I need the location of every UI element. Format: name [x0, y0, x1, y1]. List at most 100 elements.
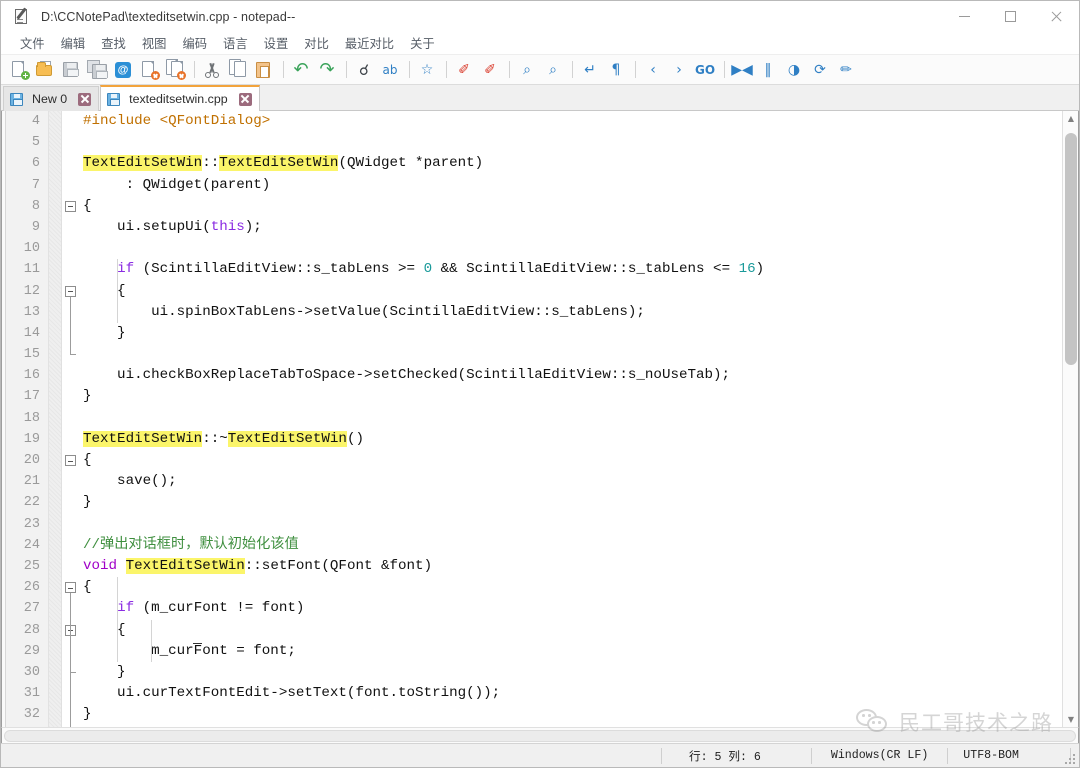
tab-0[interactable]: New 0 — [3, 86, 100, 111]
save-file-icon[interactable] — [59, 58, 83, 82]
code-line[interactable]: //弹出对话框时，默认初始化该值 — [79, 535, 1062, 556]
code-line[interactable] — [79, 344, 1062, 365]
code-line[interactable]: void TextEditSetWin::setFont(QFont &font… — [79, 556, 1062, 577]
close-button[interactable] — [1033, 1, 1079, 32]
zoom-out-icon[interactable]: ⌕ — [541, 58, 565, 82]
menu-item-6[interactable]: 设置 — [256, 32, 297, 54]
code-line[interactable]: if (ScintillaEditView::s_tabLens >= 0 &&… — [79, 259, 1062, 280]
scroll-up-icon[interactable]: ▲ — [1063, 111, 1078, 126]
fold-toggle[interactable] — [65, 582, 76, 594]
menu-item-8[interactable]: 最近对比 — [337, 32, 402, 54]
tab-close-icon[interactable] — [78, 92, 92, 106]
mark-highlight-icon[interactable]: ✐ — [452, 58, 476, 82]
line-ending-mode[interactable]: Windows(CR LF) — [831, 749, 928, 762]
fold-margin[interactable] — [62, 111, 79, 727]
menu-item-9[interactable]: 关于 — [402, 32, 443, 54]
code-line[interactable] — [79, 514, 1062, 535]
nav-back-icon[interactable]: ‹ — [641, 58, 665, 82]
menu-item-5[interactable]: 语言 — [215, 32, 256, 54]
copy-icon[interactable] — [226, 58, 250, 82]
paste-icon[interactable] — [252, 58, 276, 82]
minimize-button[interactable] — [941, 1, 987, 32]
code-line[interactable]: #include <QFontDialog> — [79, 111, 1062, 132]
horizontal-scrollbar[interactable] — [2, 728, 1078, 743]
resize-grip[interactable] — [1063, 752, 1075, 764]
scroll-down-icon[interactable]: ▼ — [1063, 712, 1078, 727]
horizontal-scroll-thumb[interactable] — [4, 730, 1076, 742]
fold-toggle[interactable] — [65, 455, 76, 467]
menu-item-0[interactable]: 文件 — [12, 32, 53, 54]
code-line[interactable]: { — [79, 450, 1062, 471]
code-text[interactable]: #include <QFontDialog>TextEditSetWin::Te… — [79, 111, 1062, 727]
code-line[interactable]: { — [79, 577, 1062, 598]
goto-line-icon[interactable]: GO — [693, 58, 717, 82]
code-line[interactable]: ui.setupUi(this); — [79, 217, 1062, 238]
close-file-icon[interactable] — [137, 58, 161, 82]
code-line[interactable]: ui.curTextFontEdit->setText(font.toStrin… — [79, 683, 1062, 704]
redo-icon[interactable]: ↷ — [315, 58, 339, 82]
code-line[interactable]: save(); — [79, 471, 1062, 492]
bookmark-icon[interactable]: ☆ — [415, 58, 439, 82]
cut-icon[interactable] — [200, 58, 224, 82]
find-icon[interactable]: ☌ — [352, 58, 376, 82]
tab-close-icon[interactable] — [238, 92, 252, 106]
menu-item-3[interactable]: 视图 — [134, 32, 175, 54]
code-line[interactable] — [79, 725, 1062, 727]
new-file-icon[interactable] — [7, 58, 31, 82]
vertical-scrollbar[interactable]: ▲ ▼ — [1062, 111, 1078, 727]
code-line[interactable]: { — [79, 620, 1062, 641]
editor-area[interactable]: 4 5 6 7 8 9 10 11 12 13 14 15 16 17 18 19 20 21 22 23 24 25 26… — [1, 111, 1079, 727]
code-line[interactable]: { — [79, 281, 1062, 302]
code-line[interactable]: } — [79, 323, 1062, 344]
code-line[interactable]: } — [79, 704, 1062, 725]
code-line[interactable]: TextEditSetWin::TextEditSetWin(QWidget *… — [79, 153, 1062, 174]
word-wrap-icon[interactable]: ↵ — [578, 58, 602, 82]
code-line[interactable]: } — [79, 386, 1062, 407]
code-line[interactable] — [79, 132, 1062, 153]
menu-item-4[interactable]: 编码 — [174, 32, 215, 54]
open-file-icon[interactable] — [33, 58, 57, 82]
session-icon[interactable]: @ — [111, 58, 135, 82]
close-icon — [1050, 10, 1063, 23]
tab-1[interactable]: texteditsetwin.cpp — [100, 85, 260, 111]
bookmark-margin[interactable] — [49, 111, 62, 727]
fold-toggle[interactable] — [65, 285, 76, 297]
file-encoding[interactable]: UTF8-BOM — [963, 749, 1019, 762]
show-symbols-icon[interactable]: ¶ — [604, 58, 628, 82]
code-line[interactable]: ui.spinBoxTabLens->setValue(ScintillaEdi… — [79, 302, 1062, 323]
code-line[interactable]: m_curFont = font; — [79, 641, 1062, 662]
menu-item-7[interactable]: 对比 — [296, 32, 337, 54]
loop-compare-icon[interactable]: ⟳ — [808, 58, 832, 82]
toolbar: @ ↶ ↷ ☌ ab ☆ ✐ ✐ ⌕ ⌕ ↵ ¶ ‹ › GO ▶◀ ‖ ◑ ⟳ ✏ — [1, 55, 1079, 85]
indent-guide — [116, 259, 118, 323]
vertical-scroll-thumb[interactable] — [1065, 133, 1077, 365]
code-line[interactable]: { — [79, 196, 1062, 217]
code-line[interactable]: if (m_curFont != font) — [79, 598, 1062, 619]
replace-icon[interactable]: ab — [378, 58, 402, 82]
split-view-icon[interactable]: ‖ — [756, 58, 780, 82]
menu-item-2[interactable]: 查找 — [93, 32, 134, 54]
fold-toggle[interactable] — [65, 200, 76, 212]
undo-icon[interactable]: ↶ — [289, 58, 313, 82]
compare-files-icon[interactable]: ▶◀ — [730, 58, 754, 82]
code-line[interactable]: TextEditSetWin::~TextEditSetWin() — [79, 429, 1062, 450]
save-all-icon[interactable] — [85, 58, 109, 82]
code-line[interactable]: ui.checkBoxReplaceTabToSpace->setChecked… — [79, 365, 1062, 386]
clear-marks-icon[interactable]: ✐ — [478, 58, 502, 82]
code-token: 0 — [423, 261, 433, 278]
nav-forward-icon[interactable]: › — [667, 58, 691, 82]
edit-mode-icon[interactable]: ✏ — [834, 58, 858, 82]
maximize-button[interactable] — [987, 1, 1033, 32]
line-number: 14 — [23, 325, 40, 341]
code-token: } — [83, 324, 126, 341]
code-line[interactable]: } — [79, 662, 1062, 683]
toolbar-separator — [346, 61, 347, 78]
theme-toggle-icon[interactable]: ◑ — [782, 58, 806, 82]
menu-item-1[interactable]: 编辑 — [53, 32, 94, 54]
zoom-in-icon[interactable]: ⌕ — [515, 58, 539, 82]
code-line[interactable] — [79, 238, 1062, 259]
close-all-files-icon[interactable] — [163, 58, 187, 82]
code-line[interactable]: : QWidget(parent) — [79, 175, 1062, 196]
code-line[interactable] — [79, 408, 1062, 429]
code-line[interactable]: } — [79, 492, 1062, 513]
